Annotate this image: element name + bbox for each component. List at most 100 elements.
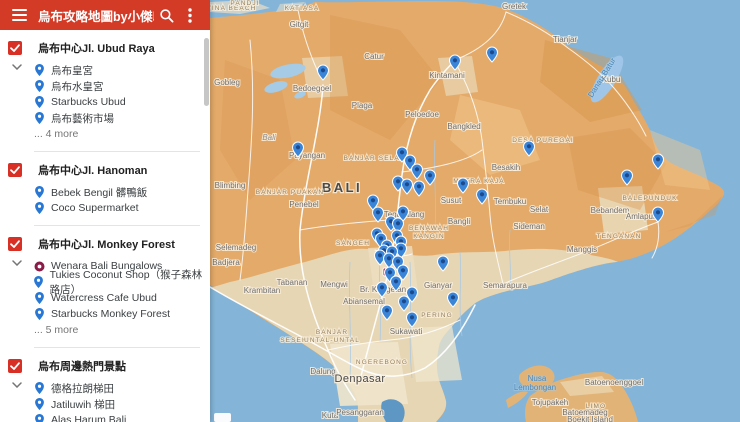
search-icon[interactable]	[154, 3, 178, 27]
map-label: Gobleg	[214, 78, 240, 87]
map-label: Sideman	[513, 222, 545, 231]
map-label: Gitgit	[290, 20, 309, 29]
map-label: Bedoegoel	[293, 84, 331, 93]
place-pin-icon	[34, 96, 45, 108]
layer-title[interactable]: 烏布周邊熱門景點	[38, 358, 126, 374]
place-label: Starbucks Ubud	[51, 96, 126, 108]
map-label: Lembongan	[514, 383, 556, 392]
sidebar-scrollbar[interactable]	[204, 38, 209, 106]
place-pin-icon	[34, 64, 45, 76]
map-label: Sukawati	[390, 327, 423, 336]
map-label: Gretek	[502, 2, 527, 11]
map-label: NGEREBONG	[356, 359, 408, 366]
map-label: BANJAR PUAKAN	[256, 189, 324, 196]
map-label: Gianyar	[424, 281, 452, 290]
map-label: Manggis	[567, 245, 597, 254]
map-label: Boekit Island	[567, 415, 613, 422]
place-pin-icon	[34, 186, 45, 198]
place-item[interactable]: 烏布水皇宮	[34, 78, 210, 94]
place-item[interactable]: Jatiluwih 梯田	[34, 396, 210, 412]
map-label: Badjera	[212, 258, 240, 267]
place-pin-icon	[34, 414, 45, 422]
app-header: 烏布攻略地圖by小傑印尼	[0, 0, 210, 30]
map-label: Bangli	[448, 217, 470, 226]
place-item[interactable]: Bebek Bengil 髒鴨飯	[34, 184, 210, 200]
map-label: Pesanggaran	[336, 408, 384, 417]
collapse-chevron-icon[interactable]	[0, 257, 34, 338]
place-item[interactable]: Alas Harum Bali	[34, 412, 210, 422]
place-label: Starbucks Monkey Forest	[51, 308, 171, 320]
map-label: Krambitan	[244, 286, 280, 295]
place-label: 烏布藝術市場	[51, 112, 114, 125]
place-item[interactable]: 烏布藝術市場	[34, 110, 210, 126]
sidebar: 烏布攻略地圖by小傑印尼 烏布中心Jl. Ubud Raya 烏布皇宮烏布水皇宮 S…	[0, 0, 210, 422]
map-label: Dalung	[310, 367, 335, 376]
place-label: Jatiluwih 梯田	[51, 398, 116, 411]
map-label: Plaga	[352, 101, 373, 110]
place-item[interactable]: Tukies Coconut Shop（猴子森林路店）	[34, 269, 210, 296]
map-title: 烏布攻略地圖by小傑印尼	[38, 9, 154, 24]
kebab-menu-icon[interactable]	[178, 3, 202, 27]
map-label: Denpasar	[335, 373, 386, 385]
place-item[interactable]: Starbucks Ubud	[34, 94, 210, 110]
map-label: Mengwi	[320, 280, 348, 289]
map-control-partial[interactable]	[214, 413, 231, 422]
map-label: Semarapura	[483, 281, 528, 290]
map-label: BALEPUNDUK	[622, 195, 677, 202]
map-label: Kintamani	[429, 71, 465, 80]
map-label: BENAWAH	[409, 225, 449, 232]
map-label: BANJAR SELAT	[344, 155, 405, 162]
place-pin-icon	[34, 112, 45, 124]
collapse-chevron-icon[interactable]	[0, 379, 34, 422]
place-item[interactable]: 德格拉朗梯田	[34, 380, 210, 396]
map-svg: LOVINA BEACHPANDJIKATIASAGitgitGretekTia…	[195, 0, 740, 422]
map-label: SANGEH	[336, 240, 370, 247]
layer-title[interactable]: 烏布中心Jl. Ubud Raya	[38, 40, 155, 56]
place-item[interactable]: 烏布皇宮	[34, 62, 210, 78]
layer-title[interactable]: 烏布中心Jl. Hanoman	[38, 162, 147, 178]
map-label: PERING	[421, 312, 453, 319]
map-label: Besakih	[492, 163, 520, 172]
show-more-link[interactable]: ... 5 more	[34, 322, 210, 338]
layer-checkbox[interactable]	[8, 163, 22, 177]
layer-checkbox[interactable]	[8, 237, 22, 251]
layer-section: 烏布中心Jl. Hanoman Bebek Bengil 髒鴨飯 Coco Supe…	[0, 152, 210, 226]
place-pin-icon	[34, 276, 44, 288]
map-label: Penebel	[289, 200, 319, 209]
map-label: Tembuku	[494, 197, 526, 206]
place-pin-icon	[34, 80, 45, 92]
map-label: BANJAR	[316, 329, 348, 336]
layer-list: 烏布中心Jl. Ubud Raya 烏布皇宮 烏布水皇宮 Starbucks Ubud…	[0, 30, 210, 422]
map-label: Tianjar	[553, 35, 577, 44]
map-label: TENGANAN	[597, 233, 642, 240]
hamburger-icon[interactable]	[8, 4, 34, 26]
place-pin-icon	[34, 382, 45, 394]
my-maps-app: 烏布攻略地圖by小傑印尼 烏布中心Jl. Ubud Raya 烏布皇宮烏布水皇宮 S…	[0, 0, 740, 422]
layer-checkbox[interactable]	[8, 359, 22, 373]
map-label: BALI	[322, 180, 362, 195]
map-label: Nusa	[528, 374, 547, 383]
place-pin-icon	[34, 398, 45, 410]
place-pin-icon	[34, 202, 45, 214]
map-label: Bangkled	[447, 122, 480, 131]
layer-checkbox[interactable]	[8, 41, 22, 55]
place-label: Bebek Bengil 髒鴨飯	[51, 186, 148, 199]
layer-title[interactable]: 烏布中心Jl. Monkey Forest	[38, 236, 175, 252]
collapse-chevron-icon[interactable]	[0, 61, 34, 142]
place-label: 德格拉朗梯田	[51, 382, 114, 395]
show-more-link[interactable]: ... 4 more	[34, 126, 210, 142]
map-label: Selemadeg	[216, 243, 256, 252]
map-label: Susut	[441, 196, 462, 205]
place-label: Alas Harum Bali	[51, 414, 127, 422]
map-label: Blimbing	[215, 181, 246, 190]
map-label: Abiansemal	[343, 297, 385, 306]
map-label: Peloedoe	[405, 110, 439, 119]
map-label: KATIASA	[285, 5, 320, 12]
map-label: Selat	[530, 205, 549, 214]
map-label: Batoenoenggoel	[585, 378, 644, 387]
place-item[interactable]: Starbucks Monkey Forest	[34, 306, 210, 322]
map-canvas[interactable]: LOVINA BEACHPANDJIKATIASAGitgitGretekTia…	[195, 0, 740, 422]
place-item[interactable]: Coco Supermarket	[34, 200, 210, 216]
map-label: KANGIN	[413, 233, 445, 240]
place-label: Watercress Cafe Ubud	[51, 292, 157, 304]
